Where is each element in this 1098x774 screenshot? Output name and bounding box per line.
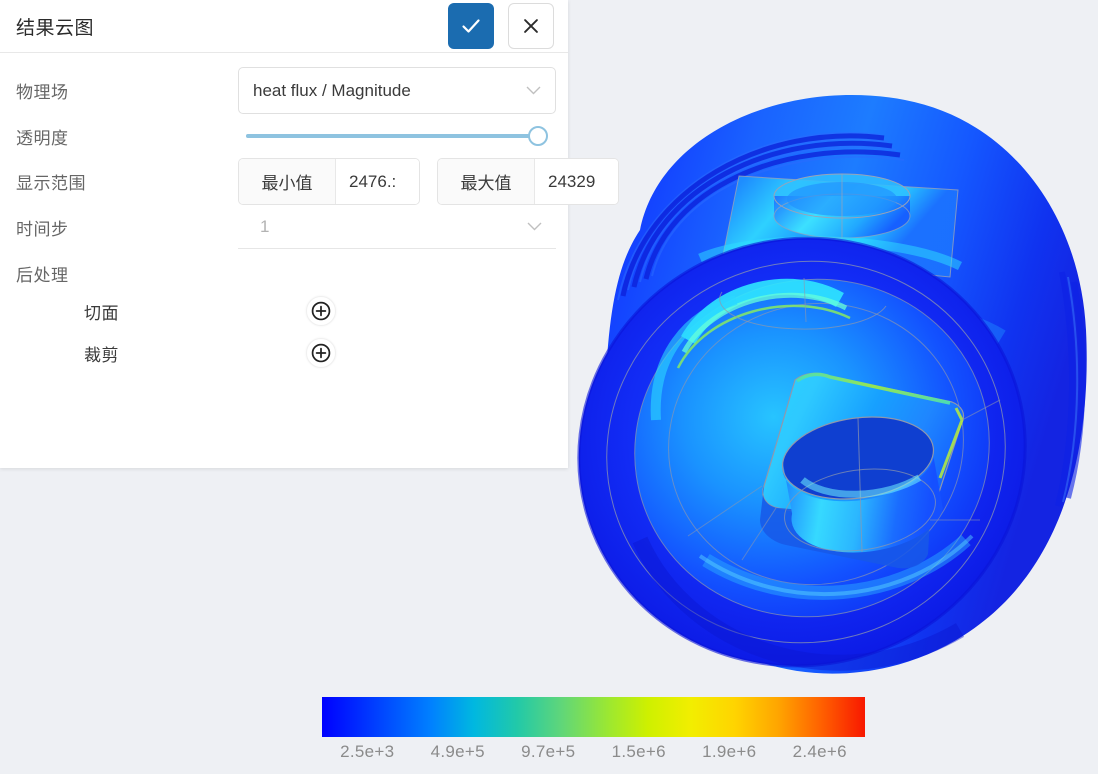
colorbar-tick: 2.5e+3 bbox=[340, 742, 395, 761]
colorbar-tick: 4.9e+5 bbox=[430, 742, 485, 761]
chevron-down-icon bbox=[526, 86, 541, 95]
colorbar-legend: 2.5e+3 4.9e+5 9.7e+5 1.5e+6 1.9e+6 2.4e+… bbox=[322, 697, 865, 762]
post-process-item-label: 裁剪 bbox=[84, 345, 119, 365]
field-row-display-range: 显示范围 最小值 2476.: 最大值 24329 bbox=[0, 158, 619, 205]
panel-header: 结果云图 bbox=[0, 0, 568, 53]
add-clip-button[interactable] bbox=[306, 338, 336, 368]
time-step-label: 时间步 bbox=[16, 219, 69, 239]
field-row-physics: 物理场 heat flux / Magnitude bbox=[0, 67, 568, 114]
result-contour-panel: 结果云图 物理场 heat flux / Magnitude 透明度 显示范围 … bbox=[0, 0, 619, 468]
colorbar-tick: 1.9e+6 bbox=[702, 742, 757, 761]
colorbar-tick: 9.7e+5 bbox=[521, 742, 576, 761]
colorbar-gradient bbox=[322, 697, 865, 737]
panel-body: 物理场 heat flux / Magnitude 透明度 显示范围 最小值 2… bbox=[0, 53, 619, 374]
add-section-button[interactable] bbox=[306, 296, 336, 326]
page-title: 结果云图 bbox=[16, 17, 95, 39]
physics-field-value: heat flux / Magnitude bbox=[253, 80, 411, 100]
post-process-title: 后处理 bbox=[16, 266, 69, 285]
colorbar-tick: 2.4e+6 bbox=[792, 742, 847, 761]
time-step-select[interactable]: 1 bbox=[238, 205, 556, 249]
slider-handle[interactable] bbox=[528, 126, 548, 146]
physics-field-label: 物理场 bbox=[16, 83, 69, 102]
plus-circle-icon bbox=[311, 301, 331, 321]
colorbar-tick: 1.5e+6 bbox=[611, 742, 666, 761]
field-row-transparency: 透明度 bbox=[0, 114, 568, 158]
transparency-label: 透明度 bbox=[16, 128, 69, 148]
transparency-slider[interactable] bbox=[238, 122, 556, 150]
max-value-addon-label: 最大值 bbox=[438, 159, 535, 204]
max-value-group: 最大值 24329 bbox=[437, 158, 619, 205]
display-range-label: 显示范围 bbox=[16, 174, 86, 193]
time-step-value: 1 bbox=[260, 216, 270, 236]
physics-field-select[interactable]: heat flux / Magnitude bbox=[238, 67, 556, 114]
close-icon bbox=[524, 19, 538, 33]
post-process-item-label: 切面 bbox=[84, 303, 119, 323]
check-icon bbox=[462, 19, 480, 33]
colorbar-tick-labels: 2.5e+3 4.9e+5 9.7e+5 1.5e+6 1.9e+6 2.4e+… bbox=[322, 742, 865, 762]
plus-circle-icon bbox=[311, 343, 331, 363]
chevron-down-icon bbox=[527, 222, 542, 231]
field-row-time-step: 时间步 1 bbox=[0, 205, 568, 249]
cancel-button[interactable] bbox=[508, 3, 554, 49]
slider-fill bbox=[246, 134, 542, 138]
min-value-addon-label: 最小值 bbox=[239, 159, 336, 204]
confirm-button[interactable] bbox=[448, 3, 494, 49]
post-process-item-section: 切面 bbox=[0, 290, 568, 332]
min-value-group: 最小值 2476.: bbox=[238, 158, 420, 205]
max-value-input[interactable]: 24329 bbox=[535, 159, 618, 204]
min-value-input[interactable]: 2476.: bbox=[336, 159, 419, 204]
post-process-item-clip: 裁剪 bbox=[0, 332, 568, 374]
